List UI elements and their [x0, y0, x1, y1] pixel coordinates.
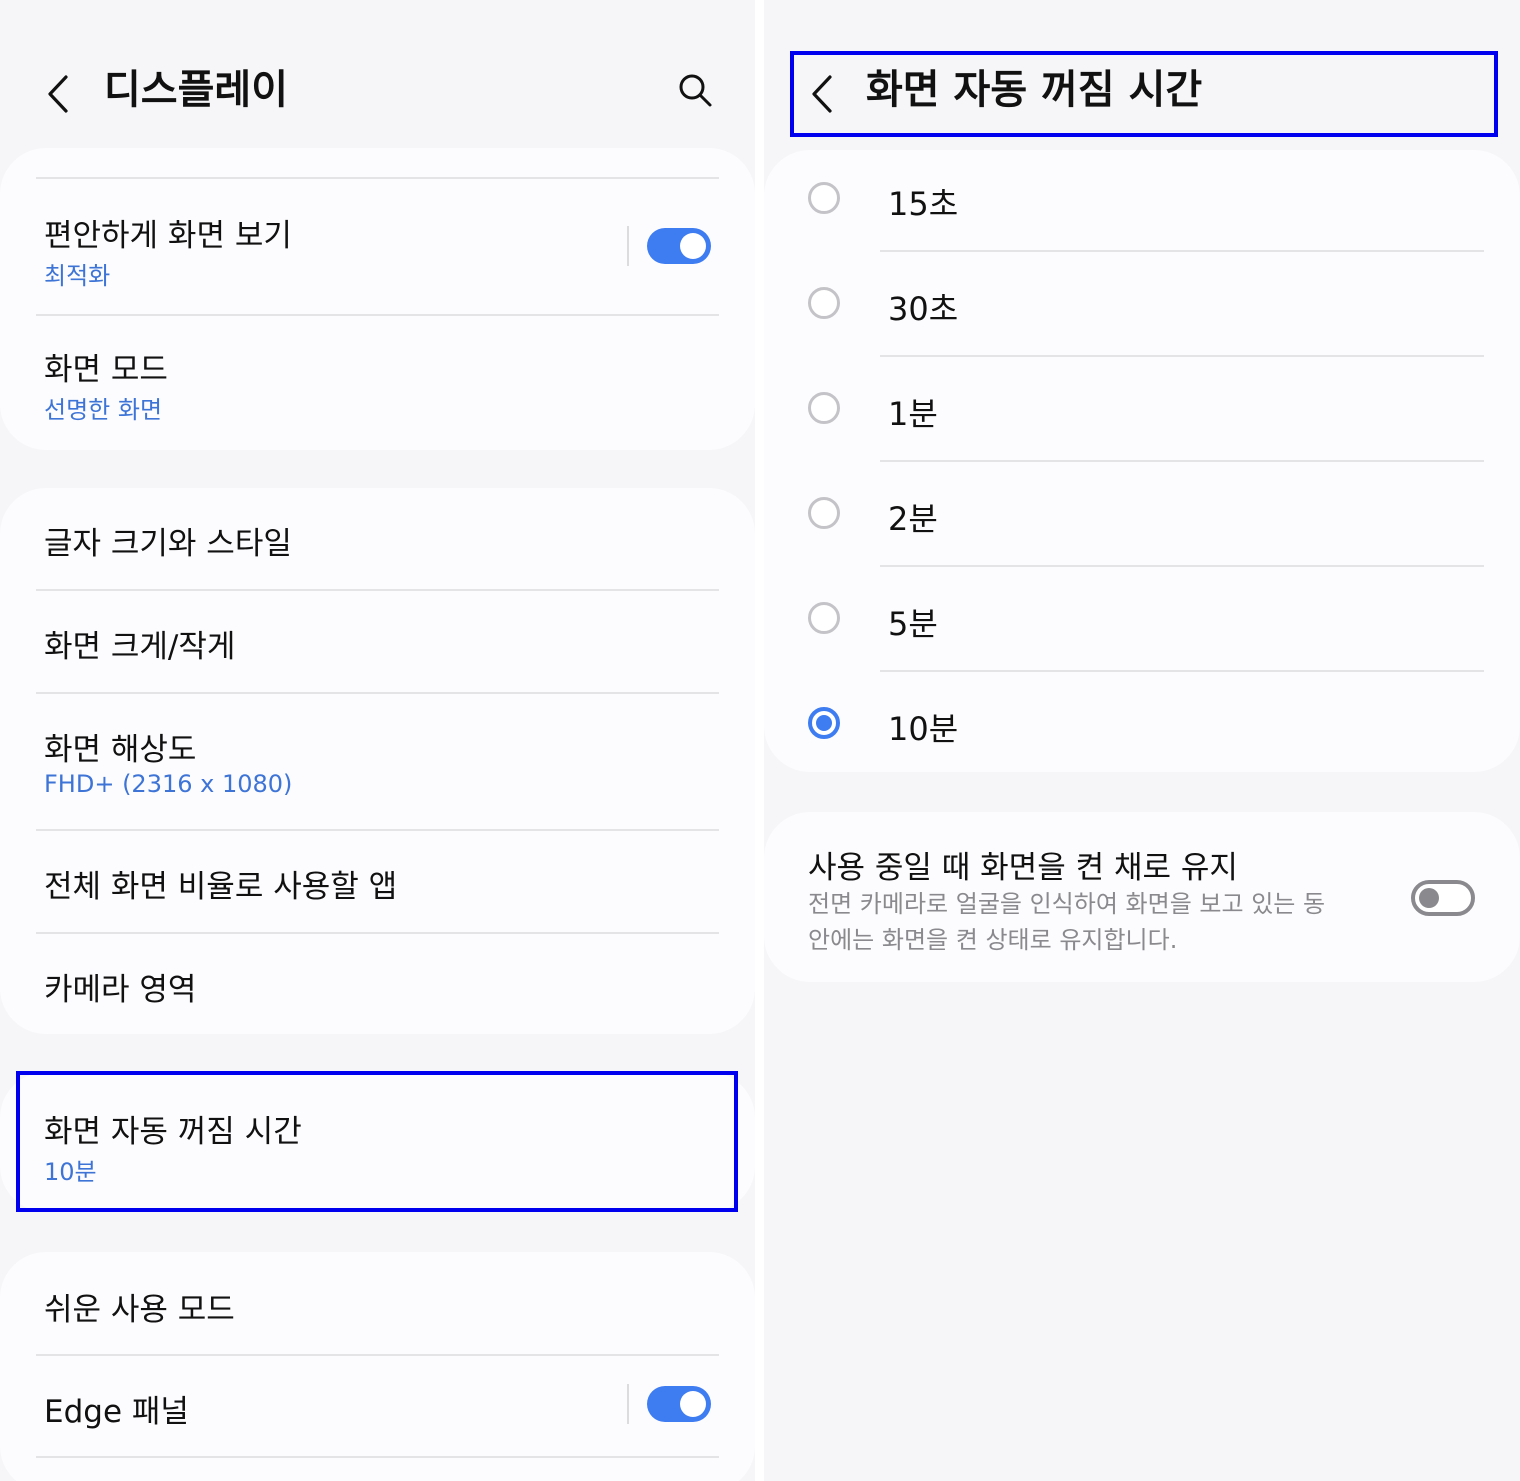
divider [36, 1456, 719, 1458]
option-label: 1분 [888, 395, 938, 433]
radio-button[interactable] [808, 602, 840, 634]
row-subtitle: 선명한 화면 [44, 396, 163, 424]
row-subtitle: 최적화 [44, 262, 111, 290]
divider [880, 355, 1484, 357]
row-screen-zoom[interactable]: 화면 크게/작게 [0, 591, 755, 692]
row-title: 편안하게 화면 보기 [44, 218, 292, 254]
settings-card-comfort: 편안하게 화면 보기 최적화 화면 모드 선명한 화면 [0, 148, 755, 450]
row-title: 사용 중일 때 화면을 켠 채로 유지 [808, 850, 1238, 886]
radio-button-selected[interactable] [808, 707, 840, 739]
row-description: 전면 카메라로 얼굴을 인식하여 화면을 보고 있는 동안에는 화면을 켠 상태… [808, 890, 1326, 954]
row-font-size[interactable]: 글자 크기와 스타일 [0, 488, 755, 589]
radio-button[interactable] [808, 182, 840, 214]
option-label: 15초 [888, 185, 959, 223]
settings-card-screen: 글자 크기와 스타일 화면 크게/작게 화면 해상도 FHD+ (2316 x … [0, 488, 755, 1034]
option-label: 2분 [888, 500, 938, 538]
option-5m[interactable]: 5분 [764, 568, 1520, 671]
keep-screen-on-toggle[interactable] [1411, 880, 1475, 916]
divider [36, 177, 719, 179]
row-title: 전체 화면 비율로 사용할 앱 [44, 869, 398, 905]
highlight-box-page-title [790, 51, 1498, 137]
row-title: 화면 해상도 [44, 732, 197, 768]
settings-card-easy: 쉬운 사용 모드 Edge 패널 [0, 1252, 755, 1481]
toggle-knob [1419, 888, 1439, 908]
toggle-knob [680, 1391, 706, 1417]
search-button[interactable] [671, 66, 719, 114]
row-easy-mode[interactable]: 쉬운 사용 모드 [0, 1252, 755, 1354]
divider [880, 460, 1484, 462]
eye-comfort-toggle[interactable] [647, 228, 711, 264]
radio-button[interactable] [808, 497, 840, 529]
option-2m[interactable]: 2분 [764, 463, 1520, 566]
row-keep-screen-on[interactable]: 사용 중일 때 화면을 켠 채로 유지 전면 카메라로 얼굴을 인식하여 화면을… [764, 812, 1520, 982]
display-settings-panel: 디스플레이 편안하게 화면 보기 최적화 화면 모드 선명한 화면 글자 크기와… [0, 0, 755, 1481]
option-30s[interactable]: 30초 [764, 253, 1520, 356]
row-title: 화면 크게/작게 [44, 629, 236, 665]
app-bar: 디스플레이 [0, 40, 755, 140]
row-title: 글자 크기와 스타일 [44, 526, 292, 562]
timeout-options-card: 15초 30초 1분 2분 5분 10분 [764, 150, 1520, 772]
search-icon [679, 74, 712, 107]
option-label: 30초 [888, 290, 959, 328]
row-subtitle: FHD+ (2316 x 1080) [44, 770, 293, 798]
divider [880, 565, 1484, 567]
edge-panels-toggle[interactable] [647, 1386, 711, 1422]
option-10m[interactable]: 10분 [764, 673, 1520, 772]
highlight-box-timeout-row [16, 1071, 738, 1212]
divider [880, 670, 1484, 672]
back-icon [48, 75, 68, 113]
row-screen-mode[interactable]: 화면 모드 선명한 화면 [0, 316, 755, 450]
option-1m[interactable]: 1분 [764, 358, 1520, 461]
back-button[interactable] [40, 72, 76, 116]
screen-timeout-panel: 화면 자동 꺼짐 시간 15초 30초 1분 2분 5분 10분 사용 중일 때… [764, 0, 1520, 1481]
row-full-screen-apps[interactable]: 전체 화면 비율로 사용할 앱 [0, 831, 755, 931]
divider [880, 250, 1484, 252]
row-title: 화면 모드 [44, 352, 168, 388]
row-title: 쉬운 사용 모드 [44, 1292, 235, 1328]
row-camera-cutout[interactable]: 카메라 영역 [0, 934, 755, 1034]
option-15s[interactable]: 15초 [764, 150, 1520, 250]
radio-button[interactable] [808, 392, 840, 424]
row-title: Edge 패널 [44, 1394, 189, 1430]
option-label: 10분 [888, 710, 959, 748]
row-title: 카메라 영역 [44, 972, 197, 1008]
row-edge-panels[interactable]: Edge 패널 [0, 1356, 755, 1456]
vertical-separator [627, 226, 629, 266]
radio-button[interactable] [808, 287, 840, 319]
keep-screen-on-card: 사용 중일 때 화면을 켠 채로 유지 전면 카메라로 얼굴을 인식하여 화면을… [764, 812, 1520, 982]
toggle-knob [680, 233, 706, 259]
page-title: 디스플레이 [104, 67, 288, 113]
option-label: 5분 [888, 605, 938, 643]
vertical-separator [627, 1384, 629, 1424]
row-eye-comfort[interactable]: 편안하게 화면 보기 최적화 [0, 180, 755, 314]
row-resolution[interactable]: 화면 해상도 FHD+ (2316 x 1080) [0, 694, 755, 828]
